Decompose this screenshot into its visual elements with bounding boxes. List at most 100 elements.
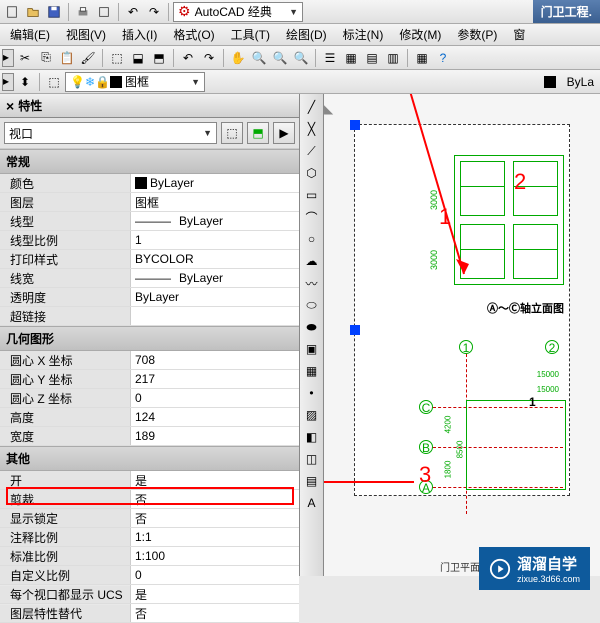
properties-title: 特性 xyxy=(18,97,42,114)
matchprop-icon[interactable]: 🖌 xyxy=(78,48,98,68)
tool-palettes-icon[interactable]: ▤ xyxy=(362,48,382,68)
prop-transparency-value[interactable]: ByLayer xyxy=(130,288,299,306)
prop-ucs-value[interactable]: 是 xyxy=(130,585,299,603)
spline-icon[interactable]: 〰 xyxy=(302,273,322,293)
line-icon[interactable]: ╱ xyxy=(302,97,322,117)
pan-icon[interactable]: ✋ xyxy=(228,48,248,68)
region-icon[interactable]: ◫ xyxy=(302,449,322,469)
prop-plotstyle-value[interactable]: BYCOLOR xyxy=(130,250,299,268)
zoom-window-icon[interactable]: 🔍 xyxy=(270,48,290,68)
save-icon[interactable] xyxy=(44,2,64,22)
grid-bubble-1: 1 xyxy=(459,340,473,354)
undo2-icon[interactable]: ↶ xyxy=(178,48,198,68)
paste-icon[interactable]: 📋 xyxy=(57,48,77,68)
undo-icon[interactable]: ↶ xyxy=(123,2,143,22)
toggle-icon-2[interactable]: ⬓ xyxy=(128,48,148,68)
prop-linetype-label: 线型 xyxy=(0,213,130,230)
point-icon[interactable]: • xyxy=(302,383,322,403)
ellipse-arc-icon[interactable]: ⬬ xyxy=(302,317,322,337)
menu-view[interactable]: 视图(V) xyxy=(62,24,110,45)
prop-w-value[interactable]: 189 xyxy=(130,427,299,445)
menu-draw[interactable]: 绘图(D) xyxy=(282,24,331,45)
menu-format[interactable]: 格式(O) xyxy=(169,24,218,45)
hatch-icon[interactable]: ▨ xyxy=(302,405,322,425)
make-block-icon[interactable]: ▦ xyxy=(302,361,322,381)
object-type-dropdown[interactable]: 视口 ▼ xyxy=(4,122,217,144)
design-center-icon[interactable]: ▦ xyxy=(341,48,361,68)
menu-param[interactable]: 参数(P) xyxy=(453,24,501,45)
layer-props-icon[interactable]: ⬍ xyxy=(15,72,35,92)
cut-icon[interactable]: ✂ xyxy=(15,48,35,68)
prop-cz-value[interactable]: 0 xyxy=(130,389,299,407)
circle-icon[interactable]: ○ xyxy=(302,229,322,249)
grip-handle[interactable] xyxy=(350,120,360,130)
help-icon[interactable]: ? xyxy=(433,48,453,68)
prop-ltscale-value[interactable]: 1 xyxy=(130,231,299,249)
revcloud-icon[interactable]: ☁ xyxy=(302,251,322,271)
gradient-icon[interactable]: ◧ xyxy=(302,427,322,447)
properties-icon[interactable]: ☰ xyxy=(320,48,340,68)
layer-dropdown[interactable]: 💡❄🔒 图框 ▼ xyxy=(65,72,205,92)
layer-fold[interactable]: ▸ xyxy=(2,73,14,91)
polyline-icon[interactable]: ⟋ xyxy=(302,141,322,161)
arc-icon[interactable]: ⌒ xyxy=(302,207,322,227)
ellipse-icon[interactable]: ⬭ xyxy=(302,295,322,315)
table-icon[interactable]: ▤ xyxy=(302,471,322,491)
layer-states-icon[interactable]: ⬚ xyxy=(44,72,64,92)
copy-icon[interactable]: ⎘ xyxy=(36,48,56,68)
prop-h-value[interactable]: 124 xyxy=(130,408,299,426)
prop-display-locked-label: 显示锁定 xyxy=(0,510,130,527)
prop-layerprop-value[interactable]: 否 xyxy=(130,604,299,622)
grip-handle[interactable] xyxy=(350,325,360,335)
open-icon[interactable] xyxy=(23,2,43,22)
select-objects-icon[interactable]: ⬒ xyxy=(247,122,269,144)
title-bar: 门卫工程. xyxy=(533,0,600,23)
prop-display-locked-value[interactable]: 否 xyxy=(130,509,299,527)
panel-fold[interactable]: ▸ xyxy=(2,49,14,67)
prop-custom-scale-value[interactable]: 0 xyxy=(130,566,299,584)
prop-cy-value[interactable]: 217 xyxy=(130,370,299,388)
redo-icon[interactable]: ↷ xyxy=(144,2,164,22)
menu-dimension[interactable]: 标注(N) xyxy=(339,24,388,45)
redo2-icon[interactable]: ↷ xyxy=(199,48,219,68)
menu-window[interactable]: 窗 xyxy=(509,24,529,45)
print-icon[interactable] xyxy=(73,2,93,22)
prop-layer-value[interactable]: 图框 xyxy=(130,193,299,211)
toggle-icon-3[interactable]: ⬒ xyxy=(149,48,169,68)
menu-modify[interactable]: 修改(M) xyxy=(395,24,445,45)
polygon-icon[interactable]: ⬡ xyxy=(302,163,322,183)
layer-name: 图框 xyxy=(125,73,149,90)
prop-std-scale-value[interactable]: 1:100 xyxy=(130,547,299,565)
prop-color-value[interactable]: ByLayer xyxy=(130,174,299,192)
quick-select-icon[interactable]: ⬚ xyxy=(221,122,243,144)
toggle-icon-1[interactable]: ⬚ xyxy=(107,48,127,68)
prop-anno-scale-value[interactable]: 1:1 xyxy=(130,528,299,546)
prop-cx-value[interactable]: 708 xyxy=(130,351,299,369)
menu-edit[interactable]: 编辑(E) xyxy=(6,24,54,45)
new-icon[interactable] xyxy=(2,2,22,22)
menu-insert[interactable]: 插入(I) xyxy=(118,24,161,45)
viewport[interactable]: 3000 3000 Ⓐ～Ⓒ轴立面图 1 2 C B A 4200 1800 85… xyxy=(354,124,570,496)
workspace-dropdown[interactable]: ⚙ AutoCAD 经典 ▼ xyxy=(173,2,303,22)
drawing-area[interactable]: ◣ xyxy=(324,94,600,576)
prop-lineweight-value[interactable]: ———ByLayer xyxy=(130,269,299,287)
sheet-set-icon[interactable]: ▥ xyxy=(383,48,403,68)
zoom-realtime-icon[interactable]: 🔍 xyxy=(249,48,269,68)
rectangle-icon[interactable]: ▭ xyxy=(302,185,322,205)
mtext-icon[interactable]: A xyxy=(302,493,322,513)
calc-icon[interactable]: ▦ xyxy=(412,48,432,68)
xline-icon[interactable]: ╳ xyxy=(302,119,322,139)
prop-cx-label: 圆心 X 坐标 xyxy=(0,352,130,369)
insert-block-icon[interactable]: ▣ xyxy=(302,339,322,359)
print-preview-icon[interactable] xyxy=(94,2,114,22)
prop-hyperlink-value[interactable] xyxy=(130,307,299,325)
prop-w-label: 宽度 xyxy=(0,428,130,445)
toggle-pickadd-icon[interactable]: ▶ xyxy=(273,122,295,144)
color-swatch-icon[interactable] xyxy=(542,72,562,92)
watermark-text: 溜溜自学 xyxy=(517,553,580,574)
prop-linetype-value[interactable]: ———ByLayer xyxy=(130,212,299,230)
zoom-prev-icon[interactable]: 🔍 xyxy=(291,48,311,68)
menu-tools[interactable]: 工具(T) xyxy=(227,24,274,45)
prop-on-label: 开 xyxy=(0,472,130,489)
prop-h-label: 高度 xyxy=(0,409,130,426)
